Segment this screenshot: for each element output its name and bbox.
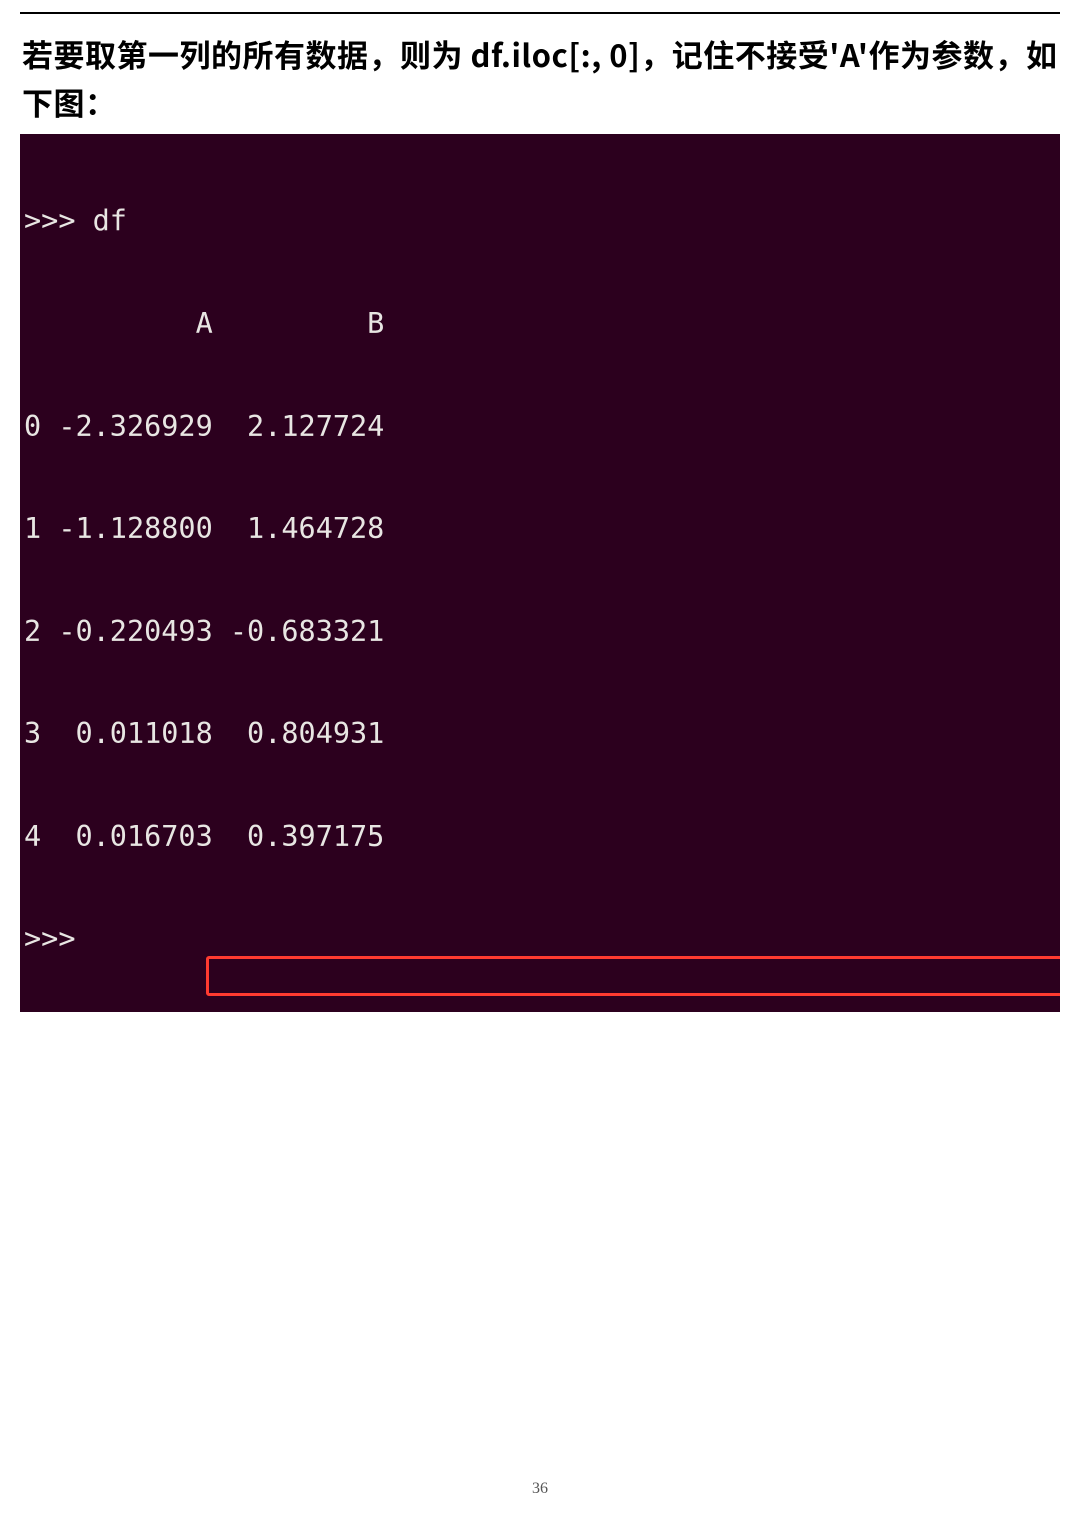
terminal-line: A B [24,307,1060,341]
section-heading: 若要取第一列的所有数据，则为 df.iloc[:, 0]，记住不接受'A'作为参… [0,22,1080,132]
page-number: 36 [0,1480,1080,1498]
terminal-line: 1 -1.128800 1.464728 [24,512,1060,546]
red-highlight-box [206,956,1060,996]
terminal-line: >>> [24,922,1060,956]
terminal-line: 0 -2.326929 2.127724 [24,410,1060,444]
document-page: 若要取第一列的所有数据，则为 df.iloc[:, 0]，记住不接受'A'作为参… [0,0,1080,1526]
terminal-line: 3 0.011018 0.804931 [24,717,1060,751]
top-horizontal-rule [20,12,1060,14]
terminal-screenshot: >>> df A B 0 -2.326929 2.127724 1 -1.128… [20,134,1060,1012]
terminal-line: 2 -0.220493 -0.683321 [24,615,1060,649]
terminal-line: 4 0.016703 0.397175 [24,820,1060,854]
terminal-line: >>> df [24,204,1060,238]
